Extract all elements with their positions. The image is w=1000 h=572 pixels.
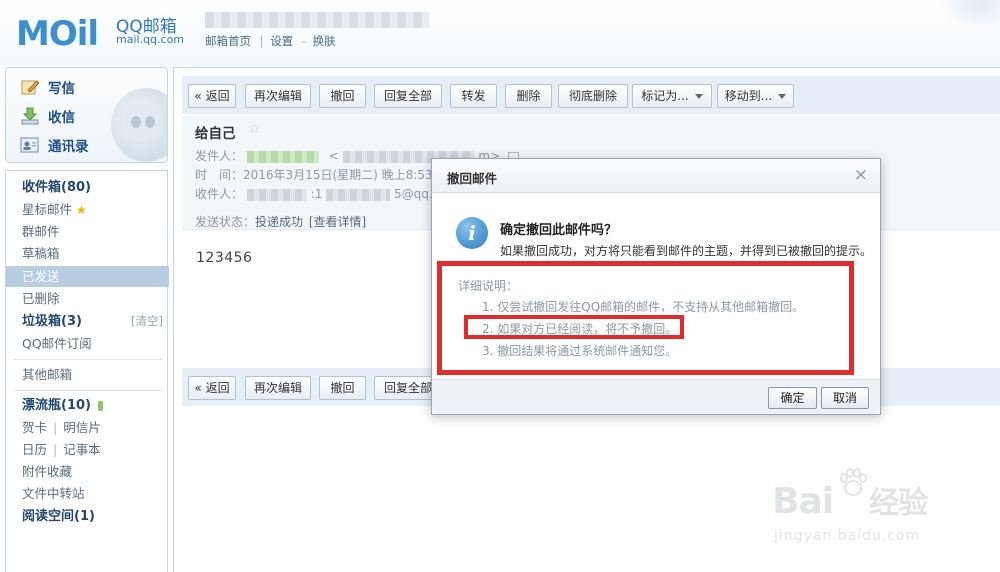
folder-notes[interactable]: 记事本 bbox=[63, 442, 101, 457]
folder-group-mail[interactable]: 群邮件 bbox=[6, 221, 169, 242]
folder-cards: 贺卡 | 明信片 bbox=[22, 420, 101, 435]
top-header: MOil QQ邮箱 mail.qq.com 邮箱首页 | 设置 - 换肤 bbox=[0, 0, 1000, 66]
folder-greeting-card[interactable]: 贺卡 bbox=[22, 420, 47, 435]
folder-postcard[interactable]: 明信片 bbox=[63, 420, 101, 435]
delete-button[interactable]: 删除 bbox=[505, 84, 552, 108]
folder-inbox[interactable]: 收件箱(80) bbox=[6, 177, 169, 198]
dialog-footer: 确定 取消 bbox=[432, 379, 880, 414]
folder-other-mailbox[interactable]: 其他邮箱 bbox=[6, 364, 169, 385]
contacts-button[interactable]: 通讯录 bbox=[20, 134, 89, 156]
folder-qq-subscribe[interactable]: QQ邮件订阅 bbox=[6, 333, 169, 354]
contacts-icon bbox=[20, 136, 40, 154]
recall-button[interactable]: 撤回 bbox=[319, 376, 366, 400]
forward-button[interactable]: 转发 bbox=[450, 84, 497, 108]
edit-again-button[interactable]: 再次编辑 bbox=[245, 376, 311, 400]
back-button[interactable]: « 返回 bbox=[188, 84, 236, 108]
folder-calendar-notes: 日历 | 记事本 bbox=[22, 442, 101, 457]
dialog-title-bar: 撤回邮件 × bbox=[432, 159, 880, 193]
dialog-description: 如果撤回成功，对方将只能看到邮件的主题，并得到已被撤回的提示。 bbox=[500, 244, 873, 258]
folder-drift-bottle[interactable]: 漂流瓶(10) bbox=[6, 395, 169, 416]
bottle-icon bbox=[97, 400, 103, 411]
dialog-question: 确定撤回此邮件吗？ bbox=[500, 223, 618, 238]
reply-all-button[interactable]: 回复全部 bbox=[374, 84, 442, 108]
recall-button[interactable]: 撤回 bbox=[319, 84, 366, 108]
mail-to: 收件人： :1 5@qq.co bbox=[195, 187, 447, 201]
nav-settings[interactable]: 设置 bbox=[270, 34, 293, 48]
qq-penguin-icon bbox=[111, 88, 167, 162]
folder-starred[interactable]: 星标邮件 ★ bbox=[6, 199, 169, 220]
compose-button[interactable]: 写信 bbox=[20, 76, 75, 98]
folder-file-transfer[interactable]: 文件中转站 bbox=[6, 483, 169, 504]
move-to-dropdown[interactable]: 移动到... bbox=[717, 84, 794, 108]
back-button[interactable]: « 返回 bbox=[188, 376, 236, 400]
folder-deleted[interactable]: 已删除 bbox=[6, 288, 169, 309]
baidu-jingyan-watermark: Bai 经验 jingyan.baidu.com bbox=[772, 468, 992, 558]
folder-drafts[interactable]: 草稿箱 bbox=[6, 243, 169, 264]
receive-button[interactable]: 收信 bbox=[20, 105, 75, 127]
folder-divider bbox=[14, 390, 162, 391]
mail-subject: 给自己 bbox=[195, 126, 236, 142]
chevron-down-icon bbox=[694, 94, 703, 99]
recipient-name-blurred bbox=[246, 188, 307, 201]
folder-sent[interactable]: 已发送 bbox=[6, 266, 169, 287]
inbox-download-icon bbox=[20, 107, 40, 125]
top-toolbar: « 返回 再次编辑 撤回 回复全部 转发 删除 彻底删除 标记为... 移动到.… bbox=[182, 76, 1000, 114]
cancel-button[interactable]: 取消 bbox=[821, 387, 869, 409]
folder-attachments[interactable]: 附件收藏 bbox=[6, 461, 169, 482]
send-status: 发送状态：投递成功 [查看详情] bbox=[195, 215, 367, 229]
dialog-title: 撤回邮件 bbox=[447, 171, 498, 186]
folder-list: 收件箱(80) 星标邮件 ★ 群邮件 草稿箱 已发送 已删除 垃圾箱(3) [清… bbox=[5, 170, 169, 572]
nav-mail-home[interactable]: 邮箱首页 bbox=[205, 34, 251, 48]
mail-time: 时 间：2016年3月15日(星期二) 晚上8:53 bbox=[195, 168, 433, 182]
ok-button[interactable]: 确定 bbox=[768, 387, 817, 409]
header-decoration bbox=[940, 0, 1000, 28]
folder-spam[interactable]: 垃圾箱(3) [清空] bbox=[6, 311, 169, 332]
baidu-paw-icon bbox=[840, 468, 867, 496]
info-icon: i bbox=[456, 217, 488, 249]
brand-domain: mail.qq.com bbox=[116, 33, 185, 46]
view-details-link[interactable]: [查看详情] bbox=[309, 215, 366, 229]
nav-skin[interactable]: 换肤 bbox=[313, 34, 336, 48]
folder-calendar[interactable]: 日历 bbox=[22, 442, 47, 457]
top-nav: 邮箱首页 | 设置 - 换肤 bbox=[205, 34, 336, 48]
annotation-highlight bbox=[464, 315, 684, 339]
command-panel: 写信 收信 通讯录 bbox=[5, 67, 168, 163]
qq-mail-logo[interactable]: MOil bbox=[6, 8, 106, 54]
mark-as-dropdown[interactable]: 标记为... bbox=[632, 84, 712, 108]
close-icon[interactable]: × bbox=[854, 165, 868, 185]
chevron-down-icon bbox=[778, 94, 787, 99]
mail-body: 123456 bbox=[196, 250, 253, 266]
account-name-blurred bbox=[205, 12, 429, 28]
spam-clear-link[interactable]: [清空] bbox=[131, 311, 163, 332]
sender-name-blurred bbox=[246, 150, 319, 163]
recipient-address-blurred bbox=[326, 188, 391, 201]
folder-divider bbox=[14, 359, 162, 360]
star-icon: ★ bbox=[76, 203, 87, 217]
logo-wordmark: MOil bbox=[16, 14, 99, 54]
compose-icon bbox=[20, 78, 40, 96]
edit-again-button[interactable]: 再次编辑 bbox=[245, 84, 311, 108]
folder-reading-space[interactable]: 阅读空间(1) bbox=[6, 506, 169, 527]
delete-forever-button[interactable]: 彻底删除 bbox=[558, 84, 628, 108]
watermark-url: jingyan.baidu.com bbox=[774, 528, 921, 544]
star-outline-icon[interactable]: ☆ bbox=[248, 121, 261, 137]
